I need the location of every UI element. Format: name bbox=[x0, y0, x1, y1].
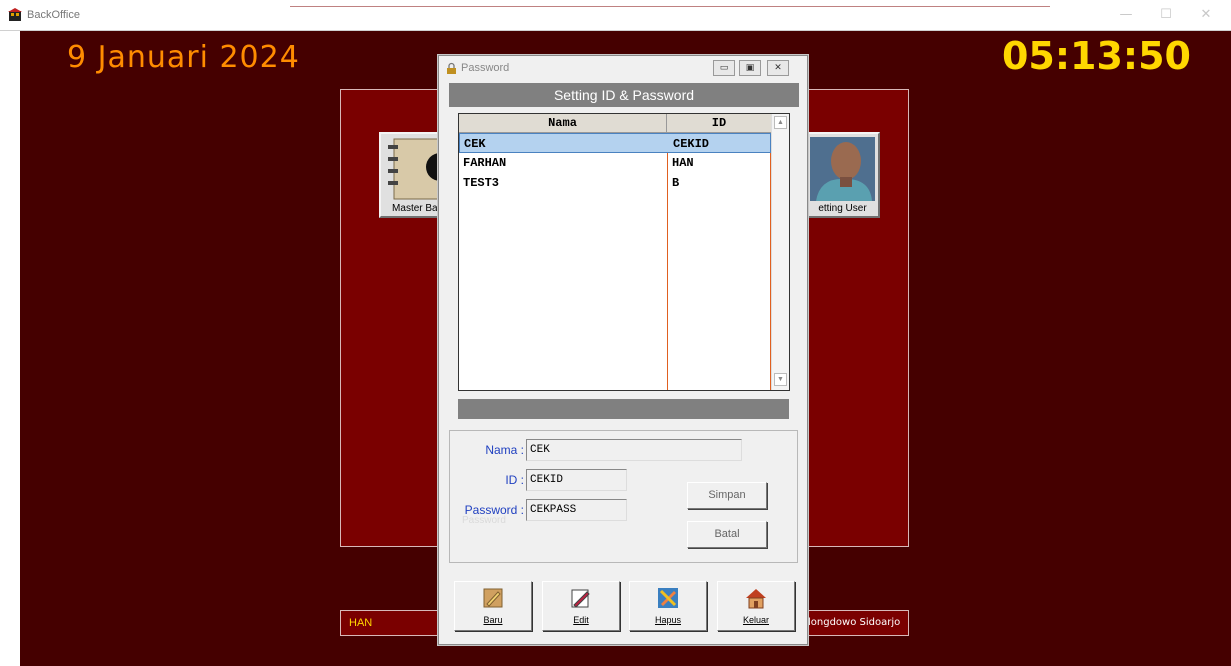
column-header-nama[interactable]: Nama bbox=[459, 114, 667, 133]
cell-nama: CEK bbox=[464, 137, 486, 151]
user-avatar-icon bbox=[810, 137, 875, 201]
lock-icon bbox=[447, 62, 456, 74]
cell-id: HAN bbox=[672, 156, 694, 170]
batal-button[interactable]: Batal bbox=[687, 521, 767, 548]
password-field[interactable]: CEKPASS bbox=[526, 499, 627, 521]
password-ghost-text: Password bbox=[462, 515, 506, 526]
user-grid[interactable]: Nama ID CEK CEKID FARHAN HAN TEST3 B ▲ ▼ bbox=[458, 113, 790, 391]
dialog-restore-button[interactable]: ▣ bbox=[739, 60, 761, 76]
table-row[interactable]: CEK CEKID bbox=[459, 133, 771, 153]
app-titlebar: BackOffice — ☐ ✕ bbox=[0, 0, 1231, 31]
date-display: 9 Januari 2024 bbox=[67, 40, 300, 75]
app-title: BackOffice bbox=[27, 9, 80, 21]
keluar-label: Keluar bbox=[742, 615, 769, 625]
hapus-button[interactable]: Hapus bbox=[629, 581, 707, 631]
scroll-up-icon[interactable]: ▲ bbox=[774, 116, 787, 129]
title-divider bbox=[290, 6, 1050, 7]
simpan-button[interactable]: Simpan bbox=[687, 482, 767, 509]
cell-id: B bbox=[672, 176, 680, 190]
setting-user-label: etting User bbox=[818, 203, 867, 214]
close-button[interactable]: ✕ bbox=[1188, 4, 1224, 26]
cell-id: CEKID bbox=[673, 137, 710, 151]
grid-scrollbar[interactable]: ▲ ▼ bbox=[771, 114, 789, 390]
clock-display: 05:13:50 bbox=[1001, 34, 1191, 78]
new-document-icon bbox=[483, 588, 503, 608]
table-row[interactable]: FARHAN HAN bbox=[459, 153, 771, 173]
dialog-title: Password bbox=[461, 62, 510, 74]
dialog-header: Setting ID & Password bbox=[449, 83, 799, 107]
edit-label: Edit bbox=[573, 615, 589, 625]
nama-field[interactable]: CEK bbox=[526, 439, 742, 461]
grid-footer-bar bbox=[458, 399, 789, 419]
dialog-minimize-button[interactable]: ▭ bbox=[713, 60, 735, 76]
app-icon bbox=[8, 8, 22, 21]
setting-user-tile[interactable]: etting User bbox=[805, 132, 880, 218]
dialog-titlebar: Password ▭ ▣ ✕ bbox=[439, 56, 807, 81]
keluar-button[interactable]: Keluar bbox=[717, 581, 795, 631]
password-dialog: Password ▭ ▣ ✕ Setting ID & Password Nam… bbox=[438, 55, 808, 645]
status-user: HAN bbox=[340, 610, 440, 636]
home-exit-icon bbox=[746, 589, 766, 609]
hapus-label: Hapus bbox=[654, 615, 681, 625]
delete-icon bbox=[658, 588, 678, 608]
table-row[interactable]: TEST3 B bbox=[459, 173, 771, 193]
edit-icon bbox=[571, 589, 590, 608]
baru-label: Baru bbox=[483, 615, 503, 625]
scroll-down-icon[interactable]: ▼ bbox=[774, 373, 787, 386]
id-field[interactable]: CEKID bbox=[526, 469, 627, 491]
cell-nama: TEST3 bbox=[463, 176, 500, 190]
id-label: ID : bbox=[505, 473, 524, 487]
edit-button[interactable]: Edit bbox=[542, 581, 620, 631]
column-header-id[interactable]: ID bbox=[667, 114, 771, 133]
dialog-close-button[interactable]: ✕ bbox=[767, 60, 789, 76]
cell-nama: FARHAN bbox=[463, 156, 507, 170]
nama-label: Nama : bbox=[485, 443, 524, 457]
maximize-button[interactable]: ☐ bbox=[1148, 4, 1184, 26]
minimize-button[interactable]: — bbox=[1108, 4, 1144, 26]
status-address: longdowo Sidoarjo bbox=[807, 610, 909, 636]
baru-button[interactable]: Baru bbox=[454, 581, 532, 631]
edit-form: Nama : CEK ID : CEKID Password : Passwor… bbox=[449, 430, 798, 563]
